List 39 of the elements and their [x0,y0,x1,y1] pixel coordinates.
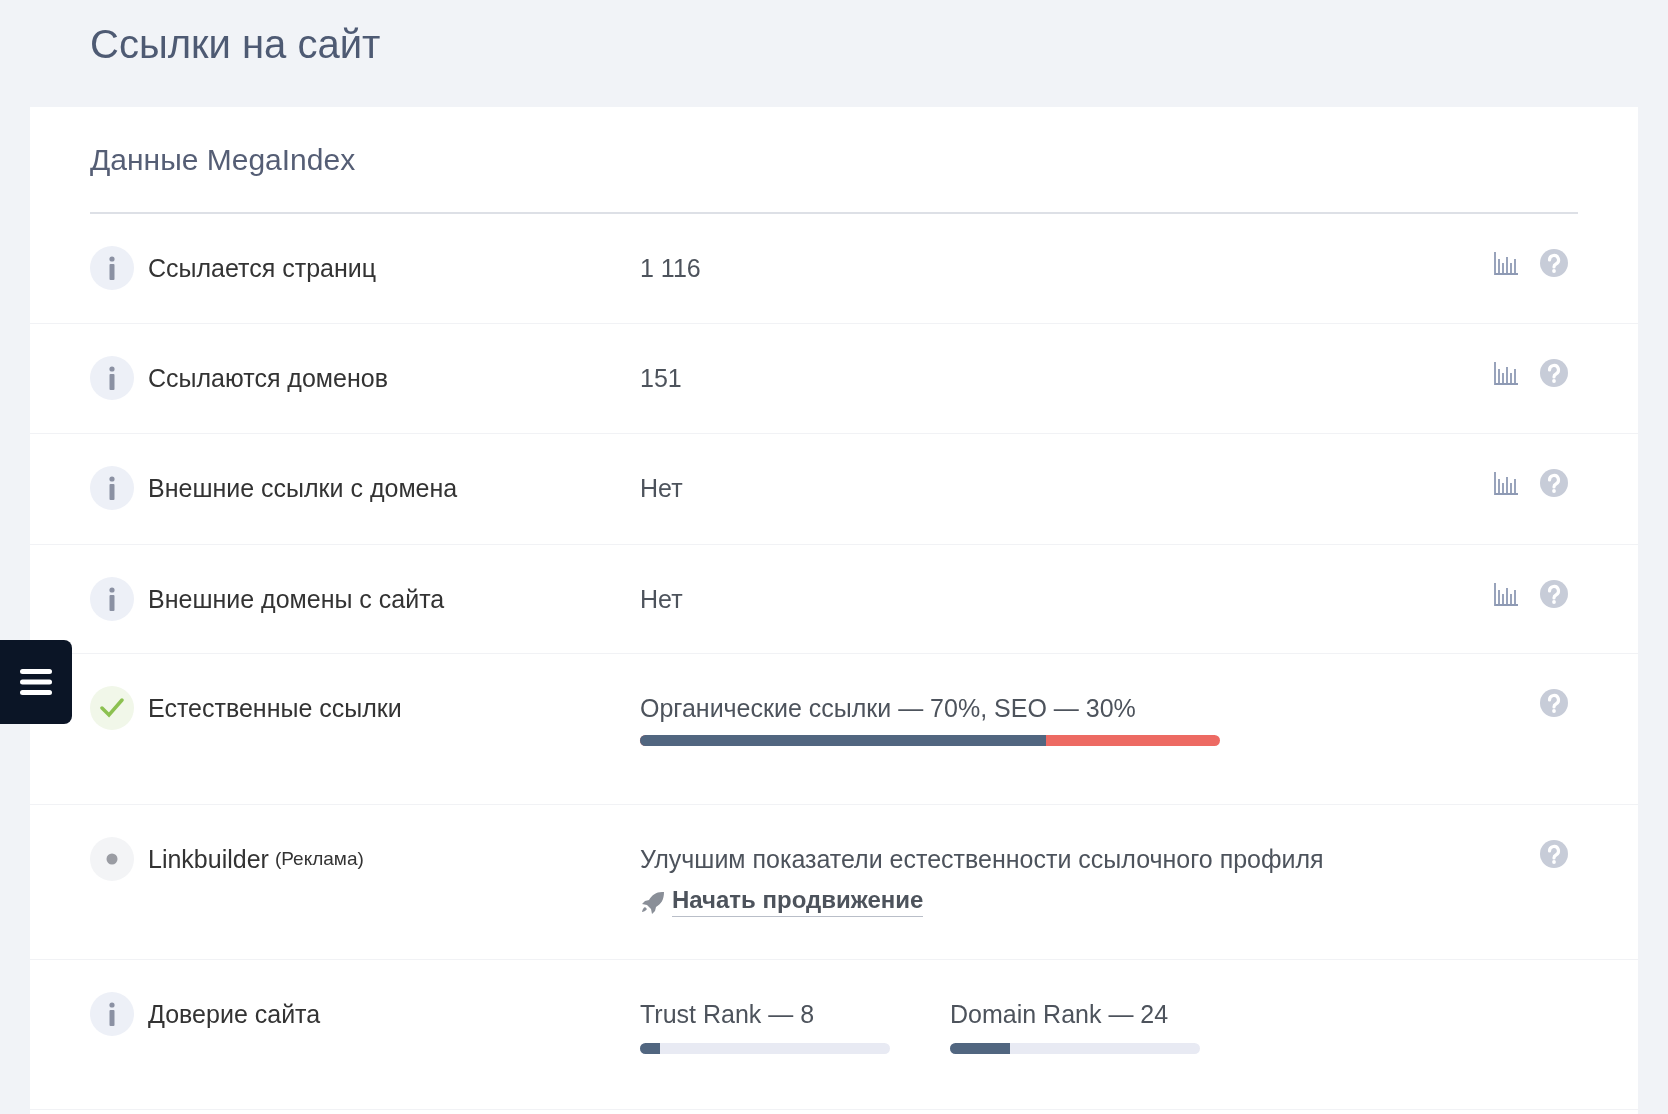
row-value: Улучшим показатели естественности ссылочного профиля [640,845,1325,874]
bar-chart-icon[interactable] [1494,582,1518,606]
help-icon[interactable] [1540,249,1568,277]
help-icon[interactable] [1540,359,1568,387]
bar-chart-icon[interactable] [1494,471,1518,495]
help-icon[interactable] [1540,580,1568,608]
bar-chart-icon[interactable] [1494,251,1518,275]
info-icon [90,356,134,400]
help-icon[interactable] [1540,840,1568,868]
menu-button[interactable] [0,640,72,724]
info-icon [90,466,134,510]
row-label: Linkbuilder [148,844,269,874]
section-title: Данные MegaIndex [90,142,356,177]
row-value: Органические ссылки — 70%, SEO — 30% [640,694,1137,723]
help-icon[interactable] [1540,689,1568,717]
row-label: Ссылается страниц [148,253,377,283]
row-label: Внешние ссылки с домена [148,473,458,503]
ad-note: (Реклама) [274,848,364,870]
row-value: Нет [640,585,684,614]
rank-label: Trust Rank — 8 [640,1000,816,1029]
row-label: Естественные ссылки [148,693,402,723]
page-title: Ссылки на сайт [89,21,382,68]
row-value: 151 [640,364,683,393]
info-icon [90,577,134,621]
rank-label: Domain Rank — 24 [950,1000,1170,1029]
help-icon[interactable] [1540,469,1568,497]
row-label: Доверие сайта [148,999,321,1029]
dot-icon [90,837,134,881]
info-icon [90,992,134,1036]
row-label: Ссылаются доменов [148,363,388,393]
check-icon [90,686,134,730]
row-value: Нет [640,474,684,503]
info-icon [90,246,134,290]
bar-chart-icon[interactable] [1494,361,1518,385]
row-value: 1 116 [640,254,702,283]
promo-link[interactable]: Начать продвижение [672,886,924,917]
rocket-icon [640,889,664,914]
row-label: Внешние домены с сайта [148,584,445,614]
menu-icon [20,669,52,695]
